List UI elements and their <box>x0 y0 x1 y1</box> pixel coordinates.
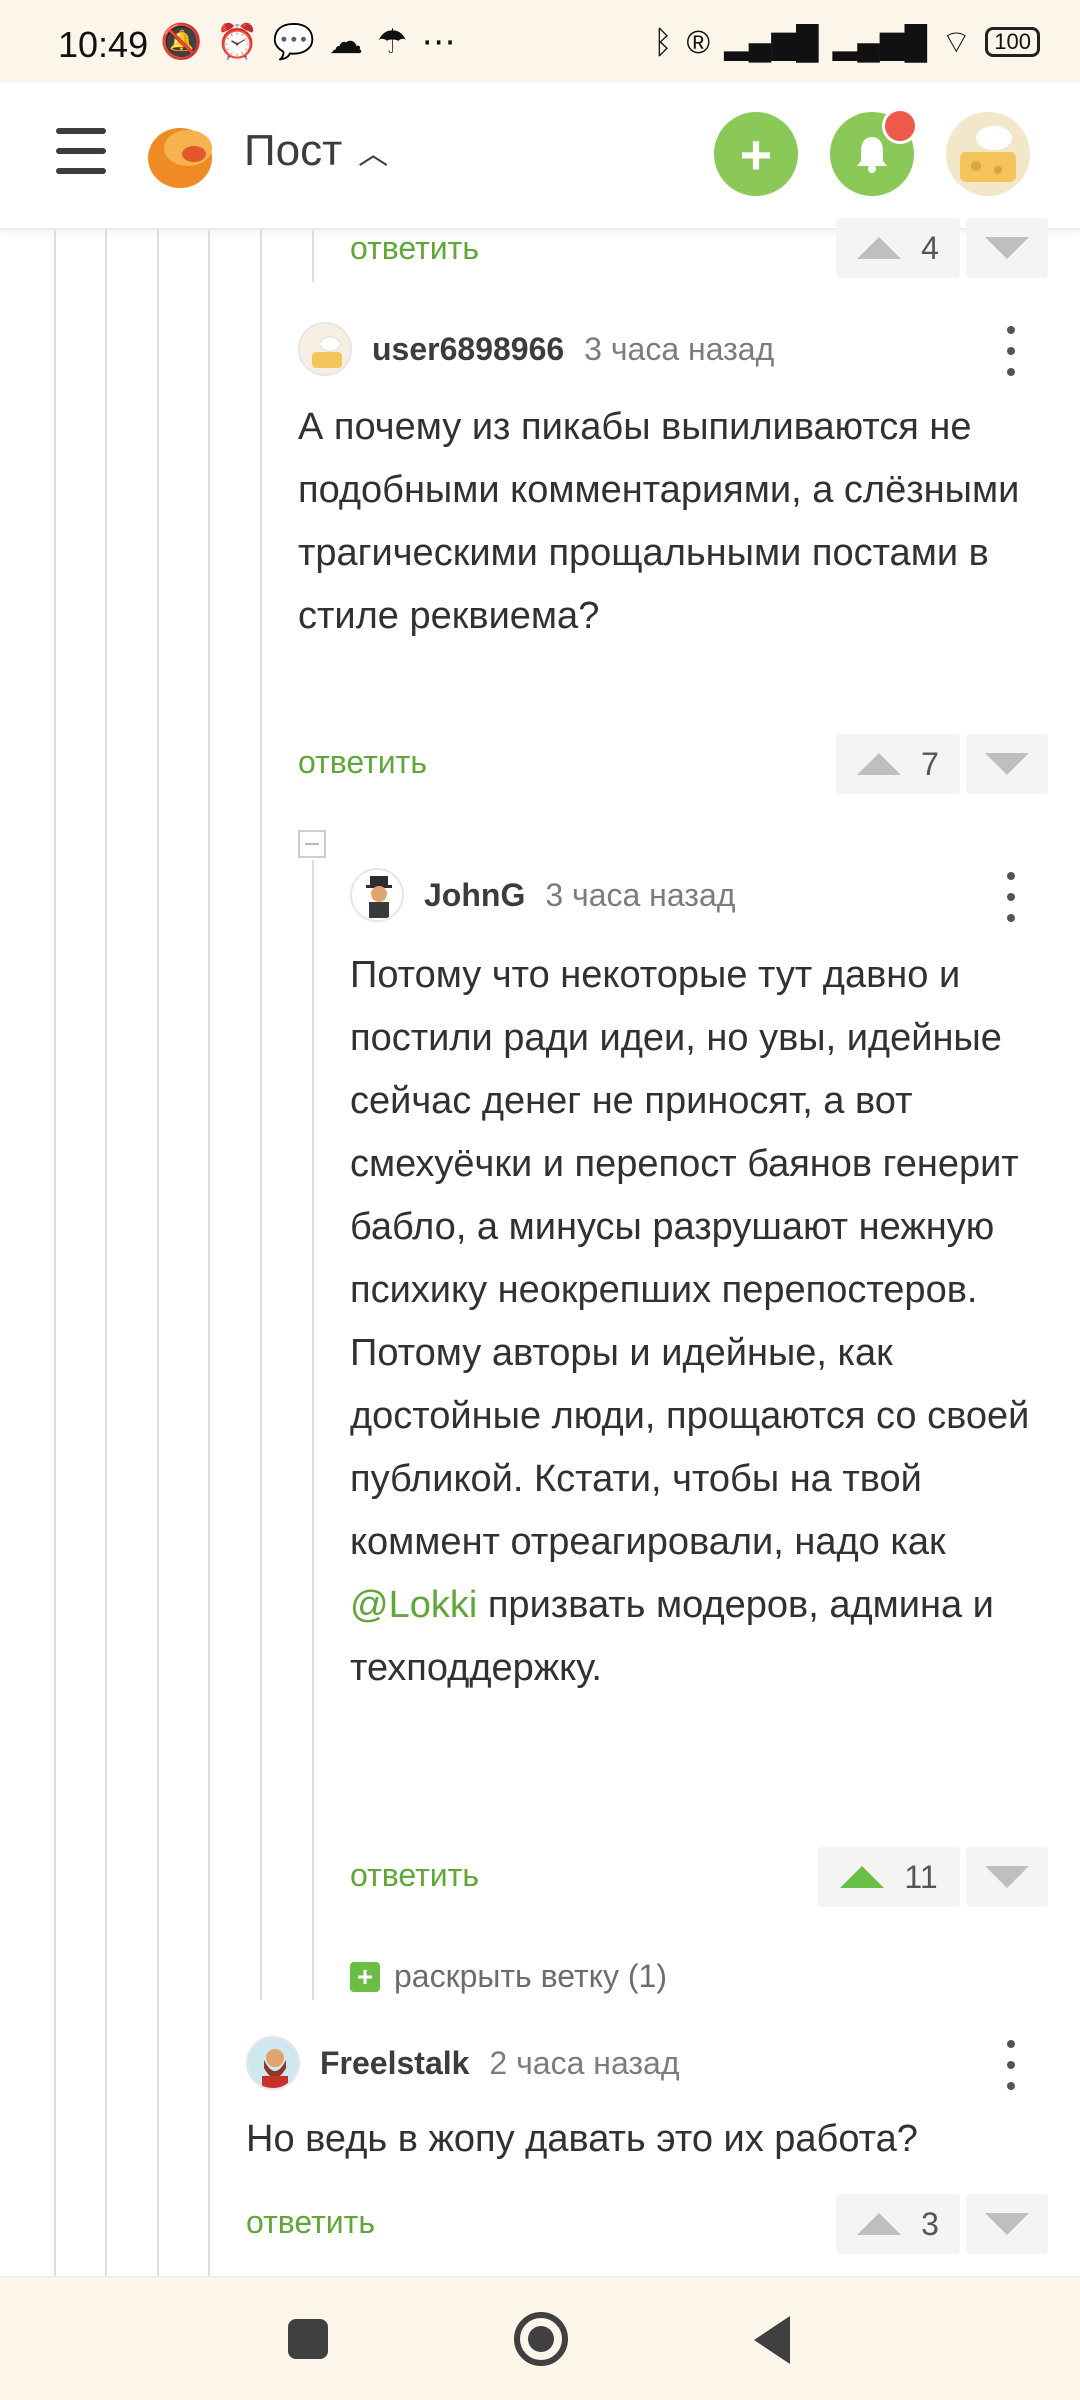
avatar[interactable] <box>350 868 404 922</box>
menu-icon[interactable] <box>56 128 106 174</box>
comment-time: 2 часа назад <box>489 2044 680 2081</box>
arrow-down-icon <box>985 753 1029 775</box>
downvote-button[interactable] <box>966 2194 1048 2254</box>
more-options-icon[interactable] <box>996 2040 1026 2090</box>
comment-username[interactable]: Freelstalk <box>320 2045 469 2082</box>
thread-line <box>54 230 56 2276</box>
chat-icon: 💬 <box>272 23 316 61</box>
comment-text-part: Потому что некоторые тут давно и постили… <box>350 954 1030 1563</box>
arrow-up-icon <box>857 753 902 775</box>
reply-link[interactable]: ответить <box>350 1857 479 1894</box>
comment-text: Но ведь в жопу давать это их работа? <box>246 2118 918 2160</box>
thread-line <box>312 230 314 282</box>
chevron-up-icon: ︿ <box>358 138 389 171</box>
reply-link[interactable]: ответить <box>246 2204 375 2241</box>
downvote-button[interactable] <box>966 1847 1048 1907</box>
thread-line <box>312 860 314 2000</box>
user-avatar-icon <box>352 870 402 920</box>
back-icon[interactable] <box>754 2316 790 2364</box>
arrow-up-icon <box>840 1866 885 1888</box>
thread-line <box>260 230 262 2000</box>
more-options-icon[interactable] <box>996 326 1026 376</box>
comment-time: 3 часа назад <box>584 330 775 367</box>
more-dots-icon: ⋯ <box>421 23 456 61</box>
comment-text: Потому что некоторые тут давно и постили… <box>350 944 1050 1700</box>
status-right-icons: ᛒ ® ▂▄▆█ ▂▄▆█ ⌔ 100 <box>653 22 1040 62</box>
vote-controls: 3 <box>836 2194 1048 2254</box>
alarm-icon: ⏰ <box>216 23 259 61</box>
profile-avatar[interactable] <box>946 112 1030 196</box>
user-mention-link[interactable]: @Lokki <box>350 1584 477 1626</box>
muted-notifications-icon: 🔕 <box>160 23 203 61</box>
comment-time: 3 часа назад <box>545 876 736 913</box>
comment-username[interactable]: user6898966 <box>372 331 564 368</box>
umbrella-icon: ☂ <box>377 23 408 61</box>
avatar[interactable] <box>246 2036 300 2090</box>
downvote-button[interactable] <box>966 734 1048 794</box>
reply-link[interactable]: ответить <box>298 744 427 781</box>
status-bar: 10:49 🔕 ⏰ 💬 ☁ ☂ ⋯ ᛒ ® ▂▄▆█ ▂▄▆█ ⌔ 100 <box>0 0 1080 82</box>
wifi-icon: ⌔ <box>941 24 972 60</box>
expand-branch-label: раскрыть ветку (1) <box>394 1958 667 1994</box>
avatar[interactable] <box>298 322 352 376</box>
comment-score: 3 <box>921 2205 939 2242</box>
cloud-icon: ☁ <box>329 23 364 61</box>
bell-icon <box>857 137 887 173</box>
add-post-button[interactable]: + <box>714 112 798 196</box>
comment-score: 11 <box>904 1858 938 1895</box>
roaming-icon: ® <box>686 23 711 60</box>
plus-icon: + <box>739 122 773 186</box>
comment-header: JohnG 3 часа назад <box>350 868 735 922</box>
thread-line <box>105 230 107 2276</box>
arrow-up-icon <box>857 2213 902 2235</box>
notification-badge <box>882 108 918 144</box>
recent-apps-icon[interactable] <box>288 2319 328 2359</box>
expand-branch-button[interactable]: + раскрыть ветку (1) <box>350 1958 667 1995</box>
arrow-down-icon <box>985 237 1029 259</box>
comment-score: 4 <box>921 229 939 266</box>
signal-icon: ▂▄▆█ <box>832 24 928 60</box>
vote-controls: 7 <box>836 734 1048 794</box>
comment-username[interactable]: JohnG <box>424 877 525 914</box>
bluetooth-icon: ᛒ <box>653 23 673 60</box>
signal-icon: ▂▄▆█ <box>724 24 819 60</box>
battery-icon: 100 <box>985 27 1040 57</box>
comment-header: user6898966 3 часа назад <box>298 322 774 376</box>
vote-controls: 4 <box>836 218 1048 278</box>
downvote-button[interactable] <box>966 218 1048 278</box>
arrow-up-icon <box>857 237 902 259</box>
upvote-button[interactable]: 11 <box>818 1847 960 1907</box>
upvote-button[interactable]: 4 <box>836 218 960 278</box>
user-avatar-icon <box>300 324 350 374</box>
page-title-text: Пост <box>244 126 343 175</box>
status-left-icons: 🔕 ⏰ 💬 ☁ ☂ ⋯ <box>160 22 456 62</box>
upvote-button[interactable]: 7 <box>836 734 960 794</box>
pikabu-logo <box>148 128 212 188</box>
page-title[interactable]: Пост ︿ <box>244 126 388 176</box>
app-header: Пост ︿ + <box>0 82 1080 230</box>
cheese-avatar-icon <box>960 126 1016 182</box>
more-options-icon[interactable] <box>996 872 1026 922</box>
user-avatar-icon <box>248 2038 298 2088</box>
status-time: 10:49 <box>58 24 149 65</box>
home-icon[interactable] <box>514 2312 568 2366</box>
thread-line <box>208 230 210 2276</box>
comment-text: А почему из пикабы выпиливаются не подоб… <box>298 406 1020 637</box>
arrow-down-icon <box>985 2213 1029 2235</box>
upvote-button[interactable]: 3 <box>836 2194 960 2254</box>
thread-line <box>157 230 159 2276</box>
comment-header: Freelstalk 2 часа назад <box>246 2036 680 2090</box>
plus-icon: + <box>350 1961 380 1992</box>
system-nav-bar <box>0 2276 1080 2400</box>
comment-score: 7 <box>921 745 939 782</box>
vote-controls: 11 <box>818 1847 1048 1907</box>
collapse-thread-button[interactable] <box>298 830 326 858</box>
reply-link[interactable]: ответить <box>350 230 479 267</box>
arrow-down-icon <box>985 1866 1029 1888</box>
